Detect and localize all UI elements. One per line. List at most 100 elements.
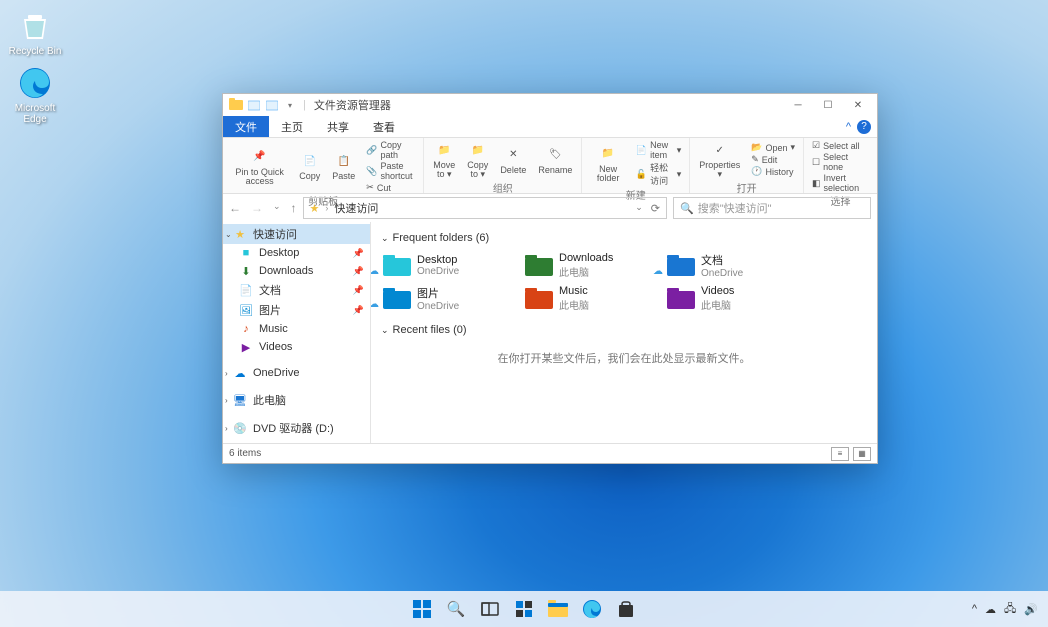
pc-icon: 🖥 xyxy=(233,393,247,407)
folder-item[interactable]: Downloads此电脑 xyxy=(523,250,653,281)
sidebar-item-this-pc[interactable]: ›🖥此电脑 xyxy=(223,390,370,410)
pin-icon: 📌 xyxy=(353,285,364,296)
pin-to-quick-access-button[interactable]: 📌Pin to Quick access xyxy=(229,147,290,187)
minimize-button[interactable]: ─ xyxy=(783,94,813,116)
copy-button[interactable]: 📄Copy xyxy=(296,151,323,181)
easy-access-button[interactable]: 🔓轻松访问 ▾ xyxy=(634,161,683,187)
maximize-button[interactable]: ☐ xyxy=(813,94,843,116)
titlebar[interactable]: ▾ | 文件资源管理器 ─ ☐ ✕ xyxy=(223,94,877,116)
open-icon: 📂 xyxy=(751,142,762,153)
copy-path-button[interactable]: 🔗Copy path xyxy=(364,140,417,160)
recent-files-header[interactable]: ⌄Recent files (0) xyxy=(381,324,867,336)
folder-item[interactable]: ☁图片OneDrive xyxy=(381,283,511,314)
ribbon-group-select: ☑Select all ☐Select none ◧Invert selecti… xyxy=(804,138,877,193)
sidebar-item-onedrive[interactable]: ›☁OneDrive xyxy=(223,364,370,382)
paste-shortcut-button[interactable]: 📎Paste shortcut xyxy=(364,161,417,181)
sidebar-item-music[interactable]: ♪Music xyxy=(223,320,370,338)
select-none-icon: ☐ xyxy=(812,157,820,168)
folder-item[interactable]: ☁文档OneDrive xyxy=(665,250,795,281)
delete-button[interactable]: ✕Delete xyxy=(497,145,529,175)
select-all-button[interactable]: ☑Select all xyxy=(810,140,871,151)
new-folder-button[interactable]: 📁New folder xyxy=(588,144,628,184)
explorer-window: ▾ | 文件资源管理器 ─ ☐ ✕ 文件 主页 共享 查看 ^ ? 📌Pin t… xyxy=(222,93,878,464)
tray-volume-icon[interactable]: 🔊 xyxy=(1024,603,1038,616)
open-button[interactable]: 📂Open ▾ xyxy=(749,142,797,153)
ribbon-collapse-icon[interactable]: ^ xyxy=(846,121,851,133)
address-chevron-icon[interactable]: ⌄ xyxy=(635,202,643,215)
new-item-button[interactable]: 📄New item ▾ xyxy=(634,140,683,160)
desktop-icon-edge[interactable]: Microsoft Edge xyxy=(8,65,62,125)
app-icon xyxy=(227,96,245,114)
view-details-button[interactable]: ≡ xyxy=(831,447,849,461)
disc-icon: 💿 xyxy=(233,421,247,435)
sidebar-item-desktop[interactable]: ■Desktop📌 xyxy=(223,244,370,262)
qat-properties-icon[interactable] xyxy=(263,96,281,114)
folder-item[interactable]: Videos此电脑 xyxy=(665,283,795,314)
desktop-icon-recycle-bin[interactable]: Recycle Bin xyxy=(8,8,62,57)
widgets-button[interactable] xyxy=(509,594,539,624)
sidebar: ⌄★快速访问 ■Desktop📌 ⬇Downloads📌 📄文档📌 🖼图片📌 ♪… xyxy=(223,222,371,443)
taskbar-explorer[interactable] xyxy=(543,594,573,624)
search-icon: 🔍 xyxy=(680,202,694,215)
search-input[interactable]: 🔍 搜索"快速访问" xyxy=(673,197,871,219)
ribbon: 📌Pin to Quick access 📄Copy 📋Paste 🔗Copy … xyxy=(223,138,877,194)
close-button[interactable]: ✕ xyxy=(843,94,873,116)
nav-forward-button[interactable]: → xyxy=(251,201,263,215)
select-none-button[interactable]: ☐Select none xyxy=(810,152,871,172)
folder-name: Videos xyxy=(701,285,734,297)
properties-button[interactable]: ✓Properties ▾ xyxy=(696,140,743,180)
recent-empty-message: 在你打开某些文件后，我们会在此处显示最新文件。 xyxy=(381,350,867,366)
status-text: 6 items xyxy=(229,448,261,459)
refresh-icon[interactable]: ⟳ xyxy=(651,202,660,215)
qat-chevron-icon[interactable]: ▾ xyxy=(281,96,299,114)
paste-button[interactable]: 📋Paste xyxy=(329,151,358,181)
address-bar[interactable]: ★ › 快速访问 ⌄ ⟳ xyxy=(303,197,667,219)
sidebar-item-pictures[interactable]: 🖼图片📌 xyxy=(223,300,370,320)
sidebar-item-documents[interactable]: 📄文档📌 xyxy=(223,280,370,300)
help-icon[interactable]: ? xyxy=(857,120,871,134)
sidebar-item-downloads[interactable]: ⬇Downloads📌 xyxy=(223,262,370,280)
videos-icon: ▶ xyxy=(239,340,253,354)
rename-button[interactable]: 🏷Rename xyxy=(535,145,575,175)
tray-network-icon[interactable]: 🖧 xyxy=(1004,600,1016,619)
pictures-icon: 🖼 xyxy=(239,303,253,317)
taskbar: 🔍 ^ ☁ 🖧 🔊 xyxy=(0,591,1048,627)
folder-name: Downloads xyxy=(559,252,613,264)
pin-icon: 📌 xyxy=(353,305,364,316)
new-item-icon: 📄 xyxy=(636,145,647,156)
nav-up-button[interactable]: ↑ xyxy=(291,201,297,215)
taskbar-edge[interactable] xyxy=(577,594,607,624)
task-view-button[interactable] xyxy=(475,594,505,624)
move-to-button[interactable]: 📁Move to ▾ xyxy=(430,140,458,180)
cloud-icon: ☁ xyxy=(233,366,247,380)
cut-button[interactable]: ✂Cut xyxy=(364,182,417,193)
folder-name: 图片 xyxy=(417,285,459,301)
sidebar-item-videos[interactable]: ▶Videos xyxy=(223,338,370,356)
tray-chevron-icon[interactable]: ^ xyxy=(972,603,977,615)
view-icons-button[interactable]: ▦ xyxy=(853,447,871,461)
tray-onedrive-icon[interactable]: ☁ xyxy=(985,603,996,616)
nav-back-button[interactable]: ← xyxy=(229,201,241,215)
recycle-bin-icon xyxy=(17,8,53,44)
tab-share[interactable]: 共享 xyxy=(315,116,361,137)
nav-recent-button[interactable]: ⌄ xyxy=(273,201,281,215)
edit-button[interactable]: ✎Edit xyxy=(749,154,797,165)
start-button[interactable] xyxy=(407,594,437,624)
frequent-folders-header[interactable]: ⌄Frequent folders (6) xyxy=(381,232,867,244)
qat-new-folder-icon[interactable] xyxy=(245,96,263,114)
sidebar-item-quick-access[interactable]: ⌄★快速访问 xyxy=(223,224,370,244)
folder-item[interactable]: Music此电脑 xyxy=(523,283,653,314)
sidebar-item-dvd[interactable]: ›💿DVD 驱动器 (D:) xyxy=(223,418,370,438)
address-bar-row: ← → ⌄ ↑ ★ › 快速访问 ⌄ ⟳ 🔍 搜索"快速访问" xyxy=(223,194,877,222)
history-button[interactable]: 🕐History xyxy=(749,166,797,177)
tab-view[interactable]: 查看 xyxy=(361,116,407,137)
folder-item[interactable]: ☁DesktopOneDrive xyxy=(381,250,511,281)
copy-to-button[interactable]: 📁Copy to ▾ xyxy=(464,140,491,180)
search-button[interactable]: 🔍 xyxy=(441,594,471,624)
taskbar-store[interactable] xyxy=(611,594,641,624)
folder-icon xyxy=(383,254,411,278)
folder-icon xyxy=(667,254,695,278)
tab-file[interactable]: 文件 xyxy=(223,116,269,137)
tab-home[interactable]: 主页 xyxy=(269,116,315,137)
invert-selection-button[interactable]: ◧Invert selection xyxy=(810,173,871,193)
